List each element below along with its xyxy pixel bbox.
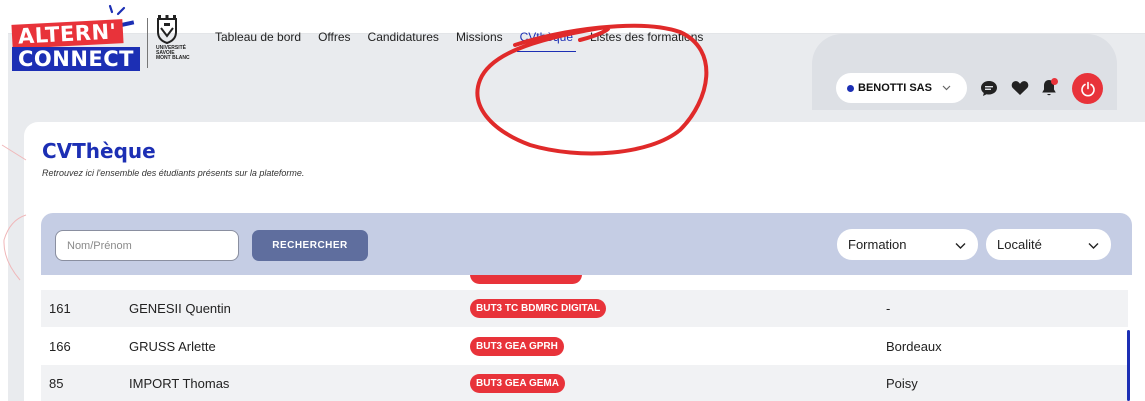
chat-icon[interactable] <box>978 77 1000 99</box>
search-input[interactable] <box>55 230 239 261</box>
formation-badge: BUT3 GEA GEMA <box>470 374 565 393</box>
decorative-curve <box>1 144 27 281</box>
heart-icon[interactable] <box>1009 77 1031 99</box>
table-row[interactable]: 161 GENESII Quentin BUT3 TC BDMRC DIGITA… <box>41 290 1128 327</box>
nav-listes-des-formations[interactable]: Listes des formations <box>590 30 703 44</box>
formation-select[interactable]: Formation <box>837 229 978 260</box>
university-logo: UNIVERSITÉ SAVOIE MONT BLANC <box>156 14 216 61</box>
formation-badge: BUT3 GEA GPRH <box>470 337 564 356</box>
nav-candidatures[interactable]: Candidatures <box>368 30 439 44</box>
power-icon <box>1080 81 1095 96</box>
logo-separator <box>147 18 148 68</box>
page-title: CVThèque <box>42 139 156 163</box>
localite-select[interactable]: Localité <box>986 229 1111 260</box>
university-crest-icon <box>157 15 177 44</box>
chevron-down-icon <box>955 238 966 253</box>
chevron-down-icon <box>1088 238 1099 253</box>
student-location: Poisy <box>886 376 918 391</box>
table-row[interactable]: 166 GRUSS Arlette BUT3 GEA GPRH Bordeaux <box>41 328 1128 365</box>
student-name: GRUSS Arlette <box>129 339 216 354</box>
logout-button[interactable] <box>1072 73 1103 104</box>
nav-cvtheque[interactable]: CVthèque <box>516 30 577 52</box>
notification-dot <box>1051 78 1058 85</box>
student-name: IMPORT Thomas <box>129 376 230 391</box>
student-id: 166 <box>49 339 71 354</box>
nav-missions[interactable]: Missions <box>456 30 503 44</box>
student-id: 161 <box>49 301 71 316</box>
company-name: BENOTTI SAS <box>858 82 932 94</box>
formation-select-label: Formation <box>848 237 907 252</box>
page-subtitle: Retrouvez ici l'ensemble des étudiants p… <box>42 168 305 178</box>
main-nav: Tableau de bord Offres Candidatures Miss… <box>215 30 720 52</box>
student-location: - <box>886 301 891 316</box>
nav-tableau-de-bord[interactable]: Tableau de bord <box>215 30 301 44</box>
student-name: GENESII Quentin <box>129 301 231 316</box>
table-row[interactable]: 85 IMPORT Thomas BUT3 GEA GEMA Poisy <box>41 365 1128 401</box>
bell-icon[interactable] <box>1038 77 1060 99</box>
company-status-dot <box>847 84 854 92</box>
nav-offres[interactable]: Offres <box>318 30 350 44</box>
university-name: UNIVERSITÉ SAVOIE MONT BLANC <box>156 45 190 61</box>
table-scrollbar[interactable] <box>1127 330 1130 401</box>
student-location: Bordeaux <box>886 339 942 354</box>
localite-select-label: Localité <box>997 237 1042 252</box>
student-id: 85 <box>49 376 64 391</box>
formation-badge: BUT3 TC BDMRC DIGITAL <box>470 299 607 318</box>
formation-badge-partial <box>470 275 582 284</box>
company-selector[interactable]: BENOTTI SAS <box>836 73 967 103</box>
search-button[interactable]: RECHERCHER <box>252 230 368 261</box>
logo-connect[interactable]: CONNECT <box>12 47 140 71</box>
chevron-down-icon <box>942 83 951 94</box>
students-table: 161 GENESII Quentin BUT3 TC BDMRC DIGITA… <box>41 275 1128 401</box>
